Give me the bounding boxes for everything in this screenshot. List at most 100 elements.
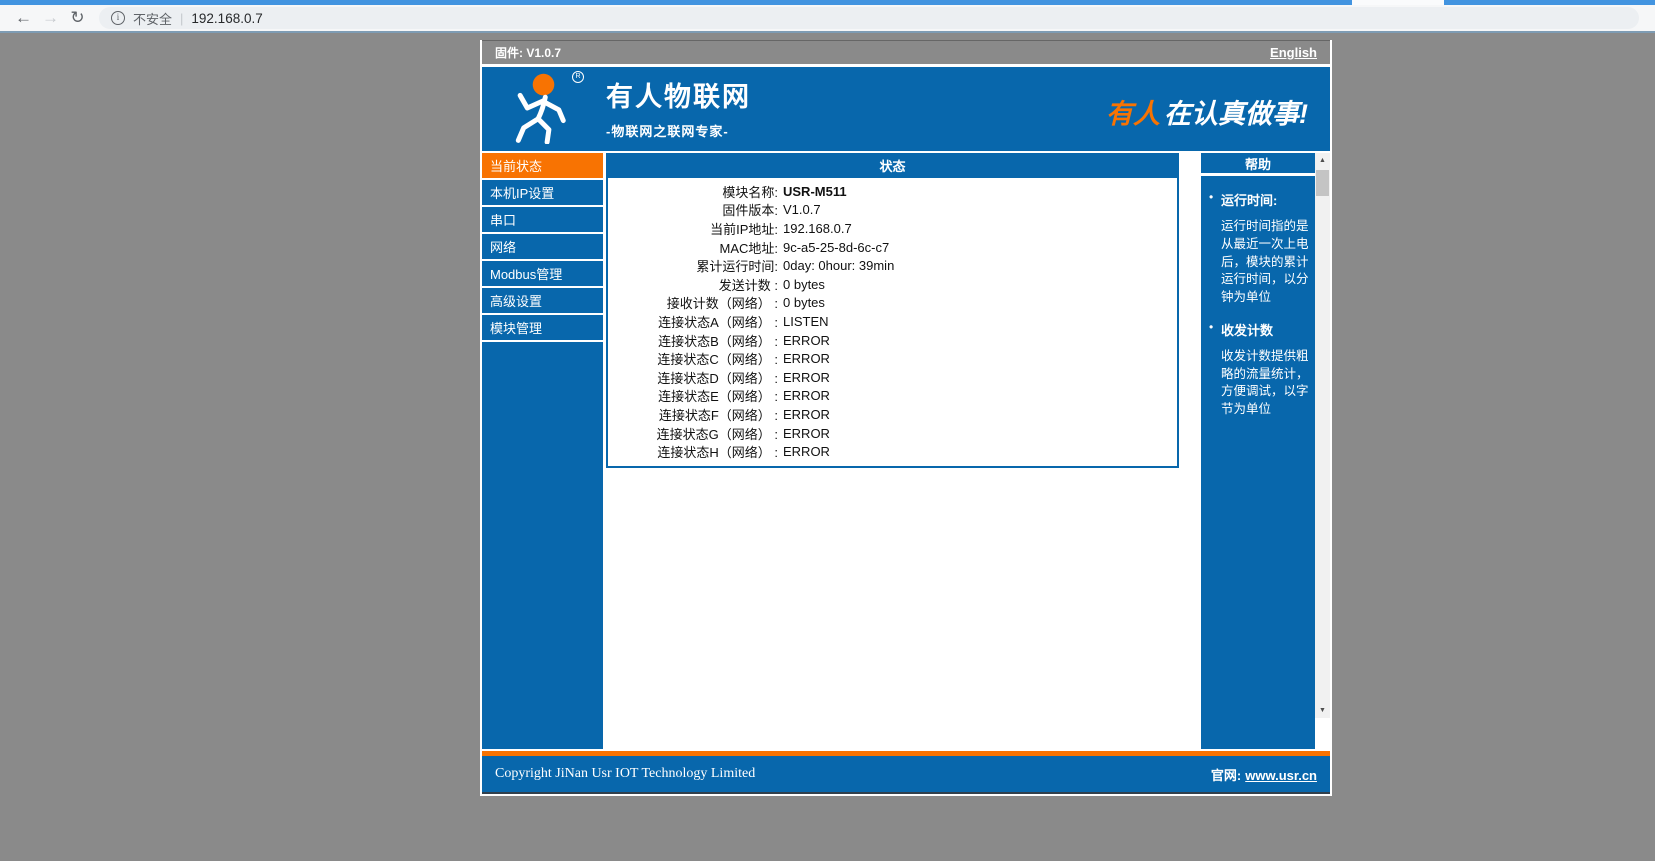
website-label: 官网: [1211, 768, 1241, 783]
status-value: 9c-a5-25-8d-6c-c7 [778, 240, 889, 255]
status-label: 连接状态G（网络） : [608, 424, 778, 443]
status-value: ERROR [778, 426, 830, 441]
help-text: 运行时间指的是从最近一次上电后，模块的累计运行时间，以分钟为单位 [1221, 218, 1309, 307]
status-value: ERROR [778, 407, 830, 422]
sidebar-item-advanced[interactable]: 高级设置 [482, 288, 603, 315]
status-label: 发送计数 : [608, 275, 778, 294]
browser-chrome: ← → ↻ i 不安全 | 192.168.0.7 [0, 0, 1655, 33]
site-footer: Copyright JiNan Usr IOT Technology Limit… [482, 756, 1330, 794]
slogan-orange-text: 有人 [1106, 99, 1160, 129]
status-row: 连接状态H（网络） : ERROR [608, 442, 1177, 461]
scrollbar-thumb[interactable] [1316, 170, 1329, 196]
status-panel-title: 状态 [608, 155, 1177, 178]
brand-tagline: -物联网之联网专家- [606, 121, 751, 140]
sidebar: 当前状态 本机IP设置 串口 网络 Modbus管理 高级设置 模块管理 [482, 153, 603, 749]
window-title-strip [0, 0, 1655, 5]
english-link[interactable]: English [1270, 45, 1317, 60]
status-row: 模块名称: USR-M511 [608, 182, 1177, 201]
sidebar-item-network[interactable]: 网络 [482, 234, 603, 261]
content-area: 状态 模块名称: USR-M511 固件版本: V1.0.7 当前IP地址: 1… [603, 153, 1201, 749]
usr-logo: R [506, 72, 590, 144]
scrollbar[interactable]: ▲ ▼ [1315, 153, 1330, 718]
status-row: MAC地址: 9c-a5-25-8d-6c-c7 [608, 238, 1177, 257]
back-arrow-icon[interactable]: ← [10, 5, 37, 31]
status-value: 0 bytes [778, 277, 825, 292]
status-row: 连接状态G（网络） : ERROR [608, 424, 1177, 443]
slogan: 有人在认真做事! [1106, 92, 1308, 131]
help-item: • 运行时间: 运行时间指的是从最近一次上电后，模块的累计运行时间，以分钟为单位 [1209, 190, 1309, 307]
status-label: MAC地址: [608, 238, 778, 257]
status-value: ERROR [778, 444, 830, 459]
status-value: ERROR [778, 370, 830, 385]
info-icon[interactable]: i [111, 11, 125, 25]
browser-toolbar: ← → ↻ i 不安全 | 192.168.0.7 [0, 5, 1655, 33]
status-label: 固件版本: [608, 200, 778, 219]
brand-title: 有人物联网 [606, 75, 751, 114]
status-value: USR-M511 [778, 184, 847, 199]
status-value: ERROR [778, 388, 830, 403]
address-bar[interactable]: i 不安全 | 192.168.0.7 [99, 7, 1639, 29]
status-row: 连接状态C（网络） : ERROR [608, 349, 1177, 368]
bullet-icon: • [1209, 190, 1221, 307]
scrollbar-down-icon[interactable]: ▼ [1315, 703, 1330, 718]
status-rows: 模块名称: USR-M511 固件版本: V1.0.7 当前IP地址: 192.… [608, 178, 1177, 466]
sidebar-item-module-mgmt[interactable]: 模块管理 [482, 315, 603, 342]
firmware-topbar: 固件: V1.0.7 English [482, 40, 1330, 64]
status-value: LISTEN [778, 314, 829, 329]
help-heading: 运行时间: [1221, 190, 1309, 209]
status-row: 固件版本: V1.0.7 [608, 201, 1177, 220]
main-row: 当前状态 本机IP设置 串口 网络 Modbus管理 高级设置 模块管理 状态 … [482, 148, 1330, 749]
url-text: 192.168.0.7 [191, 11, 262, 26]
website-link[interactable]: www.usr.cn [1245, 768, 1317, 783]
status-value: ERROR [778, 333, 830, 348]
scrollbar-up-icon[interactable]: ▲ [1315, 153, 1330, 168]
status-label: 接收计数（网络） : [608, 293, 778, 312]
status-value: ERROR [778, 351, 830, 366]
help-text: 收发计数提供粗略的流量统计，方便调试，以字节为单位 [1221, 348, 1309, 419]
status-label: 连接状态F（网络） : [608, 405, 778, 424]
help-item: • 收发计数 收发计数提供粗略的流量统计，方便调试，以字节为单位 [1209, 320, 1309, 419]
status-value: V1.0.7 [778, 202, 821, 217]
status-value: 0day: 0hour: 39min [778, 258, 894, 273]
sidebar-item-modbus[interactable]: Modbus管理 [482, 261, 603, 288]
status-label: 连接状态H（网络） : [608, 442, 778, 461]
sidebar-item-local-ip[interactable]: 本机IP设置 [482, 180, 603, 207]
status-row: 连接状态A（网络） : LISTEN [608, 312, 1177, 331]
status-row: 连接状态D（网络） : ERROR [608, 368, 1177, 387]
status-label: 累计运行时间: [608, 256, 778, 275]
help-heading: 收发计数 [1221, 320, 1309, 339]
status-row: 当前IP地址: 192.168.0.7 [608, 219, 1177, 238]
page-container: 固件: V1.0.7 English R 有人物联网 -物联网之联网专家- 有人… [480, 40, 1332, 796]
help-panel: 帮助 • 运行时间: 运行时间指的是从最近一次上电后，模块的累计运行时间，以分钟… [1201, 153, 1315, 749]
status-panel: 状态 模块名称: USR-M511 固件版本: V1.0.7 当前IP地址: 1… [606, 153, 1179, 468]
site-header: R 有人物联网 -物联网之联网专家- 有人在认真做事! [482, 67, 1330, 148]
slogan-white-text: 在认真做事! [1164, 99, 1308, 129]
help-panel-title: 帮助 [1201, 153, 1315, 176]
status-label: 连接状态E（网络） : [608, 386, 778, 405]
status-label: 连接状态B（网络） : [608, 331, 778, 350]
status-row: 累计运行时间: 0day: 0hour: 39min [608, 256, 1177, 275]
status-label: 连接状态A（网络） : [608, 312, 778, 331]
forward-arrow-icon[interactable]: → [37, 5, 64, 31]
website-block: 官网: www.usr.cn [1211, 765, 1317, 784]
security-label: 不安全 [133, 9, 172, 28]
status-row: 连接状态B（网络） : ERROR [608, 331, 1177, 350]
sidebar-item-current-status[interactable]: 当前状态 [482, 153, 603, 180]
status-label: 连接状态C（网络） : [608, 349, 778, 368]
refresh-icon[interactable]: ↻ [64, 5, 91, 31]
sidebar-item-serial[interactable]: 串口 [482, 207, 603, 234]
background-window-gap [1352, 0, 1444, 5]
copyright-text: Copyright JiNan Usr IOT Technology Limit… [495, 766, 755, 782]
status-value: 192.168.0.7 [778, 221, 852, 236]
status-row: 接收计数（网络） : 0 bytes [608, 294, 1177, 313]
status-label: 当前IP地址: [608, 219, 778, 238]
status-label: 连接状态D（网络） : [608, 368, 778, 387]
help-panel-body: • 运行时间: 运行时间指的是从最近一次上电后，模块的累计运行时间，以分钟为单位… [1201, 176, 1315, 419]
status-value: 0 bytes [778, 295, 825, 310]
status-row: 连接状态F（网络） : ERROR [608, 405, 1177, 424]
address-divider: | [180, 11, 183, 26]
status-row: 连接状态E（网络） : ERROR [608, 387, 1177, 406]
registered-mark: R [572, 71, 584, 83]
bullet-icon: • [1209, 320, 1221, 419]
status-row: 发送计数 : 0 bytes [608, 275, 1177, 294]
